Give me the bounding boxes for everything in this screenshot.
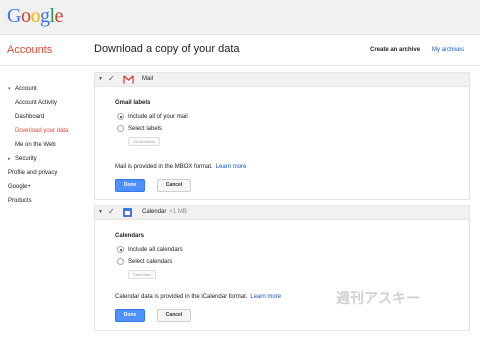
calendar-panel-header: ▼ ✓ Calendar <1 MB	[95, 206, 469, 220]
page-title: Download a copy of your data	[94, 43, 240, 55]
calendar-cancel-button[interactable]: Cancel	[157, 309, 191, 322]
logo-letter: g	[39, 5, 50, 27]
calendars-button[interactable]: Calendars	[128, 270, 157, 279]
radio-unselected[interactable]	[117, 125, 124, 132]
radio-unselected[interactable]	[117, 258, 124, 265]
select-calendars-option[interactable]: Select calendars	[117, 258, 172, 265]
section-title: Accounts	[7, 44, 53, 56]
sidebar-item-google[interactable]: Google+	[0, 180, 90, 194]
calendar-icon	[123, 208, 132, 219]
radio-selected[interactable]	[117, 246, 124, 253]
sidebar-item-label: Dashboard	[15, 114, 45, 120]
calendar-checkmark-icon[interactable]: ✓	[108, 207, 115, 216]
select-labels-label: Select labels	[128, 126, 163, 133]
include-all-calendars-label: Include all calendars	[128, 247, 183, 254]
gmail-labels-title: Gmail labels	[115, 100, 151, 106]
sidebar-item-account[interactable]: ▾ Account	[0, 82, 90, 96]
calendars-title: Calendars	[115, 233, 145, 239]
calendar-panel: ▼ ✓ Calendar <1 MB Calendars Include all …	[94, 205, 470, 331]
mail-panel-body: Gmail labels Include all of your mail Se…	[95, 87, 469, 200]
logo-letter: G	[7, 5, 21, 27]
calendar-format-info: Calendar data is provided in the iCalend…	[115, 294, 281, 300]
mail-cancel-button[interactable]: Cancel	[157, 179, 191, 192]
calendar-panel-body: Calendars Include all calendars Select c…	[95, 220, 469, 331]
sidebar-item-dashboard[interactable]: Dashboard	[0, 110, 90, 124]
calendar-size: <1 MB	[169, 209, 187, 215]
sidebar-item-security[interactable]: ▸ Security	[0, 152, 90, 166]
sidebar-item-label: Security	[15, 156, 37, 162]
include-all-mail-label: Include all of your mail	[128, 114, 188, 121]
logo-letter: e	[54, 5, 64, 27]
select-calendars-label: Select calendars	[128, 259, 173, 266]
header-divider	[0, 65, 480, 66]
mail-panel: ▼ ✓ Mail Gmail labels Include all of you…	[94, 72, 470, 200]
mail-panel-header: ▼ ✓ Mail	[95, 73, 469, 87]
expand-arrow-icon[interactable]: ▸	[8, 152, 15, 166]
sidebar-item-me-on-the-web[interactable]: Me on the Web	[0, 138, 90, 152]
logo-letter: o	[20, 5, 31, 27]
mail-service-name: Mail	[142, 76, 154, 82]
include-all-mail-option[interactable]: Include all of your mail	[117, 113, 188, 120]
sidebar-item-label: Products	[8, 198, 32, 204]
calendar-learn-more-link[interactable]: Learn more	[250, 294, 281, 300]
sidebar-item-profile-and-privacy[interactable]: Profile and privacy	[0, 166, 90, 180]
sidebar-item-label: Account Activity	[15, 100, 58, 106]
sidebar-item-label: Google+	[8, 184, 31, 190]
watermark: 週刊アスキー	[336, 291, 420, 307]
gmail-labels-button[interactable]: Gmail labels	[128, 137, 161, 146]
gmail-icon	[123, 75, 134, 86]
sidebar-item-products[interactable]: Products	[0, 194, 90, 208]
logo-letter: o	[30, 5, 40, 27]
calendar-service-label: Calendar	[142, 209, 167, 215]
include-all-calendars-option[interactable]: Include all calendars	[117, 246, 183, 253]
sidebar-item-label: Download your data	[15, 128, 69, 134]
sidebar-item-download-your-data[interactable]: Download your data	[0, 124, 90, 138]
expand-arrow-icon[interactable]: ▾	[8, 82, 15, 96]
top-bar: Google	[0, 0, 480, 35]
calendar-done-button[interactable]: Done	[115, 309, 145, 322]
collapse-icon[interactable]: ▼	[98, 76, 103, 82]
create-archive-link[interactable]: Create an archive	[370, 47, 420, 53]
calendar-format-text: Calendar data is provided in the iCalend…	[115, 294, 248, 300]
select-labels-option[interactable]: Select labels	[117, 125, 162, 132]
calendar-service-name: Calendar <1 MB	[142, 209, 187, 215]
sidebar-item-label: Me on the Web	[15, 142, 56, 148]
sidebar-item-label: Account	[15, 86, 37, 92]
mail-done-button[interactable]: Done	[115, 179, 145, 192]
sidebar-item-account-activity[interactable]: Account Activity	[0, 96, 90, 110]
sidebar-nav: ▾ Account Account Activity Dashboard Downloa…	[0, 82, 90, 208]
mail-learn-more-link[interactable]: Learn more	[216, 164, 247, 170]
google-logo[interactable]: Google	[7, 5, 63, 28]
mail-format-text: Mail is provided in the MBOX format.	[115, 164, 213, 170]
mail-format-info: Mail is provided in the MBOX format. Lear…	[115, 164, 246, 170]
my-archives-link[interactable]: My archives	[432, 47, 464, 53]
collapse-icon[interactable]: ▼	[98, 209, 103, 215]
sidebar-item-label: Profile and privacy	[8, 170, 58, 176]
mail-checkmark-icon[interactable]: ✓	[108, 74, 115, 83]
radio-selected[interactable]	[117, 113, 124, 120]
